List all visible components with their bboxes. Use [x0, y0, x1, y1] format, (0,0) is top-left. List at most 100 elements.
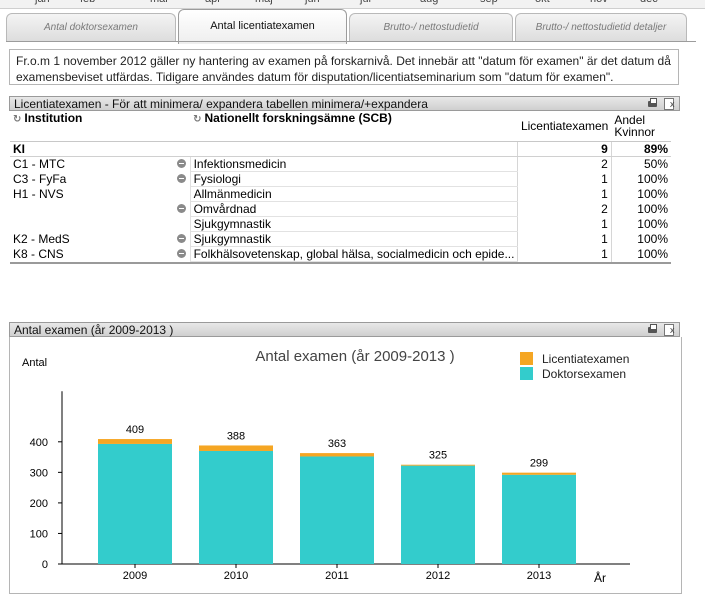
- tab-licentiatexamen[interactable]: Antal licentiatexamen: [178, 9, 347, 44]
- bar-doktorsexamen: [199, 450, 273, 564]
- bar-doktorsexamen: [401, 465, 475, 564]
- subject-cell[interactable]: Folkhälsovetenskap, global hälsa, social…: [190, 246, 518, 262]
- legend-label-doktorsexamen: Doktorsexamen: [542, 367, 626, 381]
- collapse-icon[interactable]: [176, 173, 186, 183]
- licentiate-table: ↻ Institution ↻ Nationellt forskningsämne …: [10, 111, 671, 264]
- institution-cell[interactable]: K2 - MedS: [10, 231, 191, 247]
- month-label[interactable]: nov: [590, 0, 608, 5]
- total-subject: [190, 141, 518, 157]
- month-label[interactable]: okt: [535, 0, 550, 5]
- month-label[interactable]: jan: [35, 0, 50, 5]
- print-icon[interactable]: [647, 324, 658, 335]
- month-label[interactable]: dec: [640, 0, 658, 5]
- institution-cell[interactable]: [10, 201, 191, 217]
- x-tick-label: 2012: [426, 570, 450, 582]
- tab-brutto-nettostudietid[interactable]: Brutto-/ nettostudietid: [349, 13, 513, 42]
- institution-cell[interactable]: [10, 216, 191, 232]
- export-excel-icon[interactable]: [664, 324, 675, 336]
- month-label[interactable]: aug: [420, 0, 438, 5]
- subject-cell[interactable]: Sjukgymnastik: [190, 231, 518, 247]
- bar-total-label: 325: [429, 450, 447, 462]
- institution-cell[interactable]: C1 - MTC: [10, 156, 191, 172]
- bar-licentiatexamen: [300, 453, 374, 457]
- print-icon[interactable]: [647, 98, 658, 109]
- institution-cell[interactable]: H1 - NVS: [10, 186, 191, 202]
- table-row[interactable]: Sjukgymnastik 1 100%: [10, 216, 671, 232]
- bar-licentiatexamen: [401, 464, 475, 466]
- export-excel-icon[interactable]: [664, 98, 675, 110]
- table-row[interactable]: Omvårdnad 2 100%: [10, 201, 671, 217]
- x-tick-label: 2010: [224, 570, 248, 582]
- x-axis-label: År: [594, 570, 606, 585]
- institution-cell[interactable]: K8 - CNS: [10, 246, 191, 262]
- table-row[interactable]: K2 - MedS Sjukgymnastik 1 100%: [10, 231, 671, 247]
- month-label[interactable]: apr: [205, 0, 221, 5]
- cycle-icon[interactable]: ↻: [13, 113, 21, 127]
- bar-total-label: 363: [328, 438, 346, 450]
- collapse-icon[interactable]: [176, 248, 186, 258]
- bar-total-label: 409: [126, 424, 144, 436]
- legend-label-licentiatexamen: Licentiatexamen: [542, 352, 629, 366]
- y-tick-label: 300: [30, 467, 48, 479]
- subject-cell[interactable]: Fysiologi: [190, 171, 518, 187]
- collapse-icon[interactable]: [176, 203, 186, 213]
- count-cell: 2: [517, 201, 612, 217]
- month-label[interactable]: jun: [305, 0, 320, 5]
- tab-baseline: [6, 41, 696, 42]
- total-label: KI: [10, 141, 191, 157]
- women-share-cell: 50%: [610, 156, 671, 172]
- subject-cell[interactable]: Sjukgymnastik: [190, 216, 518, 232]
- bar-doktorsexamen: [98, 443, 172, 564]
- y-axis-label: Antal: [22, 357, 47, 369]
- bar-doktorsexamen: [502, 474, 576, 564]
- institution-label: H1 - NVS: [13, 187, 64, 201]
- column-header-andel-kvinnor[interactable]: Andel Kvinnor: [611, 111, 671, 142]
- y-tick-label: 0: [42, 559, 48, 571]
- institution-label: K8 - CNS: [13, 247, 64, 261]
- month-label[interactable]: feb: [80, 0, 95, 5]
- bar-licentiatexamen: [502, 472, 576, 475]
- table-row[interactable]: C3 - FyFa Fysiologi 1 100%: [10, 171, 671, 187]
- subject-cell[interactable]: Allmänmedicin: [190, 186, 518, 202]
- bar-licentiatexamen: [199, 445, 273, 451]
- institution-cell[interactable]: C3 - FyFa: [10, 171, 191, 187]
- info-note: Fr.o.m 1 november 2012 gäller ny hanteri…: [9, 49, 679, 85]
- tab-brutto-nettostudietid-detaljer[interactable]: Brutto-/ nettostudietid detaljer: [515, 13, 687, 42]
- chart-title: Antal examen (år 2009-2013 ): [255, 348, 454, 365]
- bar-doktorsexamen: [300, 456, 374, 564]
- column-header-subject[interactable]: ↻ Nationellt forskningsämne (SCB): [190, 111, 518, 142]
- info-note-line-2: examensbeviset utfärdas. Tidigare använd…: [16, 70, 614, 84]
- count-cell: 1: [517, 216, 612, 232]
- month-label[interactable]: sep: [480, 0, 498, 5]
- month-label[interactable]: maj: [255, 0, 273, 5]
- women-share-cell: 100%: [610, 171, 671, 187]
- stacked-bar-chart: Antal examen (år 2009-2013 ) Antal År 0 100 2…: [22, 348, 630, 585]
- x-tick-label: 2009: [123, 570, 147, 582]
- column-header-count-label: Licentiatexamen: [520, 119, 609, 133]
- institution-label: K2 - MedS: [13, 232, 70, 246]
- table-row[interactable]: H1 - NVS Allmänmedicin 1 100%: [10, 186, 671, 202]
- total-women: 89%: [610, 141, 671, 157]
- month-label[interactable]: jul: [360, 0, 371, 5]
- collapse-icon[interactable]: [176, 233, 186, 243]
- collapse-icon[interactable]: [176, 159, 186, 168]
- cycle-icon[interactable]: ↻: [193, 113, 201, 127]
- table-panel-title: Licentiatexamen - För att minimera/ expa…: [14, 97, 428, 111]
- table-row[interactable]: K8 - CNS Folkhälsovetenskap, global hälsa…: [10, 246, 671, 262]
- tab-doktorsexamen[interactable]: Antal doktorsexamen: [6, 13, 176, 42]
- column-header-institution[interactable]: ↻ Institution: [10, 111, 191, 142]
- month-label[interactable]: mar: [150, 0, 169, 5]
- women-share-cell: 100%: [610, 216, 671, 232]
- chart-panel-header: Antal examen (år 2009-2013 ): [9, 322, 680, 337]
- table-panel-header: Licentiatexamen - För att minimera/ expa…: [9, 96, 680, 111]
- women-share-cell: 100%: [610, 246, 671, 262]
- chart-container: Antal examen (år 2009-2013 ) Antal År 0 100 2…: [9, 337, 682, 594]
- column-header-licentiatexamen[interactable]: Licentiatexamen: [517, 111, 612, 142]
- subject-cell[interactable]: Omvårdnad: [190, 201, 518, 217]
- legend-swatch-doktorsexamen: [520, 367, 533, 380]
- total-row: KI 9 89%: [10, 141, 671, 157]
- table-row[interactable]: C1 - MTC Infektionsmedicin 2 50%: [10, 156, 671, 172]
- subject-cell[interactable]: Infektionsmedicin: [190, 156, 518, 172]
- count-cell: 1: [517, 231, 612, 247]
- count-cell: 1: [517, 246, 612, 262]
